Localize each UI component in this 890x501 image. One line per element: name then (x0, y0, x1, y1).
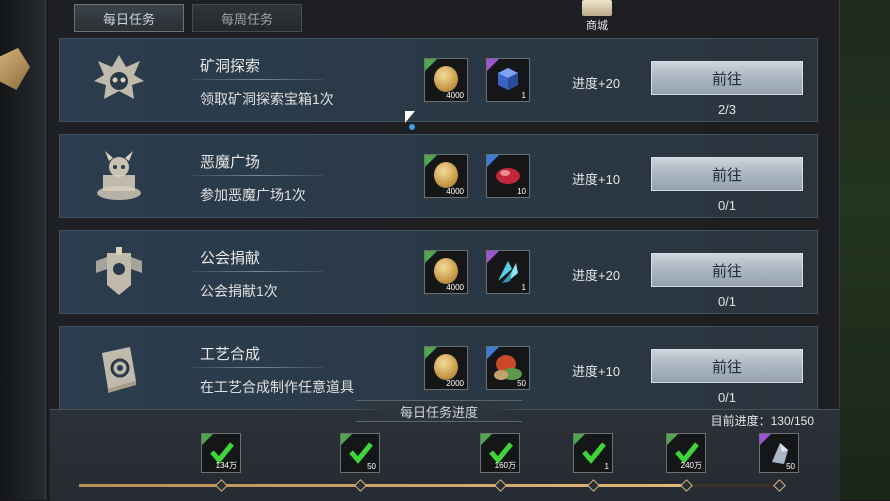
craft-book-icon (102, 347, 136, 393)
reward-quantity: 4000 (446, 283, 464, 292)
tab-weekly-tasks[interactable]: 每周任务 (192, 4, 302, 32)
demon-altar-icon (97, 151, 141, 200)
milestone-reward[interactable]: 50 (340, 433, 380, 473)
task-name: 公会捐献 (200, 250, 261, 267)
milestone-quantity: 160万 (494, 461, 516, 470)
milestone-quantity: 1 (604, 462, 609, 471)
rarity-corner (425, 155, 437, 167)
reward-slot[interactable]: 1 (486, 250, 530, 294)
divider (192, 175, 324, 176)
task-name: 工艺合成 (200, 346, 261, 363)
reward-slot[interactable]: 10 (486, 154, 530, 198)
divider (192, 271, 324, 272)
rarity-corner (425, 347, 437, 359)
task-description: 公会捐献1次 (200, 283, 278, 299)
cursor-indicator (409, 124, 415, 130)
check-icon (582, 442, 606, 464)
task-name: 矿洞探索 (200, 58, 261, 75)
milestone-quantity: 50 (786, 462, 795, 471)
reward-quantity: 1 (521, 91, 526, 100)
task-row: 公会捐献 公会捐献1次 4000 1 进度+20 前往 0/1 (59, 230, 818, 314)
task-count: 0/1 (717, 390, 737, 405)
material-pile-icon (494, 355, 522, 380)
daily-progress-title: 每日任务进度 (356, 400, 522, 422)
go-button[interactable]: 前往 (651, 157, 803, 191)
reward-slot[interactable]: 2000 (424, 346, 468, 390)
current-progress-label: 目前进度：130/150 (710, 414, 814, 428)
progress-reward-label: 进度+10 (572, 172, 621, 187)
reward-slot[interactable]: 4000 (424, 58, 468, 102)
task-row: 工艺合成 在工艺合成制作任意道具 2000 50 进度+10 前往 0/1 (59, 326, 818, 410)
task-description: 参加恶魔广场1次 (200, 187, 306, 203)
gold-coin-icon (434, 258, 458, 284)
reward-slot[interactable]: 1 (486, 58, 530, 102)
skull-emblem-icon (94, 55, 144, 99)
red-gem-icon (496, 168, 520, 184)
milestone-quantity: 134万 (215, 461, 237, 470)
reward-quantity: 4000 (446, 187, 464, 196)
go-button[interactable]: 前往 (651, 349, 803, 383)
task-count: 0/1 (717, 294, 737, 309)
task-name: 恶魔广场 (200, 154, 261, 171)
milestone-reward[interactable]: 1 (573, 433, 613, 473)
milestone-reward[interactable]: 160万 (480, 433, 520, 473)
progress-reward-label: 进度+20 (572, 268, 621, 283)
reward-slot[interactable]: 4000 (424, 154, 468, 198)
reward-quantity: 1 (521, 283, 526, 292)
crystal-shard-icon (498, 261, 518, 283)
shop-chest-icon (582, 0, 612, 16)
task-description: 领取矿洞探索宝箱1次 (200, 91, 334, 107)
mouse-cursor-icon (405, 111, 415, 123)
gold-coin-icon (434, 354, 458, 380)
shop-button[interactable]: 商城 (572, 0, 622, 34)
reward-quantity: 2000 (446, 379, 464, 388)
milestone-reward[interactable]: 50 (759, 433, 799, 473)
reward-quantity: 50 (517, 379, 526, 388)
milestone-quantity: 50 (367, 462, 376, 471)
rarity-corner (425, 59, 437, 71)
progress-reward-label: 进度+10 (572, 364, 621, 379)
task-row: 矿洞探索 领取矿洞探索宝箱1次 4000 1 进度+20 前往 2/3 (59, 38, 818, 122)
right-background (838, 0, 890, 500)
blue-cube-icon (498, 68, 518, 90)
rarity-corner (425, 251, 437, 263)
reward-slot[interactable]: 4000 (424, 250, 468, 294)
milestone-reward[interactable]: 134万 (201, 433, 241, 473)
guild-banner-icon (96, 247, 142, 295)
gold-coin-icon (434, 162, 458, 188)
task-count: 2/3 (717, 102, 737, 117)
go-button[interactable]: 前往 (651, 61, 803, 95)
progress-reward-label: 进度+20 (572, 76, 621, 91)
task-row: 恶魔广场 参加恶魔广场1次 4000 10 进度+10 前往 0/1 (59, 134, 818, 218)
milestone-reward[interactable]: 240万 (666, 433, 706, 473)
divider (192, 367, 324, 368)
gold-coin-icon (434, 66, 458, 92)
reward-quantity: 10 (517, 187, 526, 196)
reward-quantity: 4000 (446, 91, 464, 100)
go-button[interactable]: 前往 (651, 253, 803, 287)
tab-daily-tasks[interactable]: 每日任务 (74, 4, 184, 32)
divider (192, 79, 324, 80)
reward-slot[interactable]: 50 (486, 346, 530, 390)
task-count: 0/1 (717, 198, 737, 213)
shop-label: 商城 (586, 20, 608, 32)
milestone-quantity: 240万 (680, 461, 702, 470)
task-description: 在工艺合成制作任意道具 (200, 379, 354, 395)
